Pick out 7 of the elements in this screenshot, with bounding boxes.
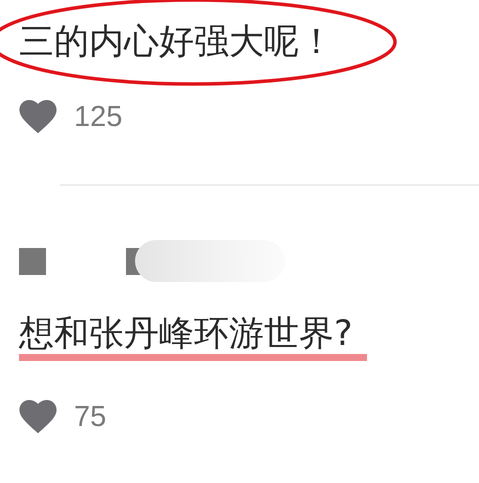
redacted-avatar — [19, 248, 46, 274]
heart-icon[interactable] — [19, 400, 57, 434]
heart-icon[interactable] — [19, 100, 57, 134]
like-count: 75 — [74, 400, 106, 434]
like-count: 125 — [74, 100, 122, 134]
comment-text: 三的内心好强大呢！ — [19, 21, 334, 64]
comment-text: 想和张丹峰环游世界? — [19, 315, 353, 353]
